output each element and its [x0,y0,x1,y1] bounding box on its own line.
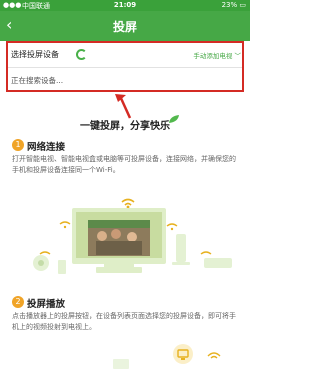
slogan: 一键投屏，分享快乐 [80,121,170,132]
status-bar: ●●● 中国联通 21:09 23% ▭ [0,0,250,11]
manual-add-tv-link[interactable]: 手动添加电视 ﹀ [193,50,241,60]
manual-add-tv-label: 手动添加电视 [193,52,235,60]
loading-spinner-icon [76,49,87,60]
network-illustration [33,198,232,274]
nav-bar: ‹ 投屏 [0,11,250,41]
step-2-badge: 2 [12,296,24,308]
select-device-row[interactable]: 选择投屏设备 手动添加电视 ﹀ [11,49,241,63]
battery-indicator: 23% ▭ [221,1,246,9]
page-title: 投屏 [112,20,137,34]
device-panel: 选择投屏设备 手动添加电视 ﹀ 正在搜索设备... [6,41,244,92]
clock: 21:09 [113,1,137,9]
searching-status: 正在搜索设备... [11,76,64,85]
select-device-label: 选择投屏设备 [11,50,59,59]
chevron-down-icon: ﹀ [234,52,242,60]
step-2-description: 点击播放器上的投屏按钮，在设备列表页面选择您的投屏设备，即可将手机上的视频投射到… [12,312,236,331]
wifi-icon [207,352,221,359]
step-2-title: 投屏播放 [27,299,66,310]
tv-icon [113,359,129,369]
cast-bubble-icon [173,344,193,364]
step-1-title: 网络连接 [27,142,66,153]
battery-percent: 23% [221,1,238,9]
step-1-badge: 1 [12,139,24,151]
divider [8,67,242,68]
step-1-description: 打开智能电视、智能电视盒或电脑等可投屏设备，连接网络，并确保您的手机和投屏设备连… [12,155,236,174]
